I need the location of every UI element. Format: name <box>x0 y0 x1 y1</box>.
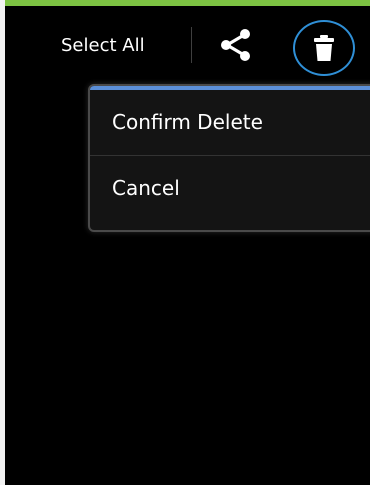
delete-button[interactable] <box>293 20 355 76</box>
cancel-item[interactable]: Cancel <box>90 156 370 220</box>
select-all-button[interactable]: Select All <box>61 28 145 64</box>
share-icon <box>221 29 250 61</box>
trash-icon <box>314 35 334 61</box>
action-bar-divider <box>191 27 192 63</box>
confirm-delete-item[interactable]: Confirm Delete <box>90 90 370 154</box>
action-bar: Select All <box>5 6 370 80</box>
share-button[interactable] <box>213 23 257 67</box>
delete-confirm-menu: Confirm Delete Cancel <box>88 84 370 232</box>
screen: Select All Confirm Delete Cancel <box>5 0 370 485</box>
